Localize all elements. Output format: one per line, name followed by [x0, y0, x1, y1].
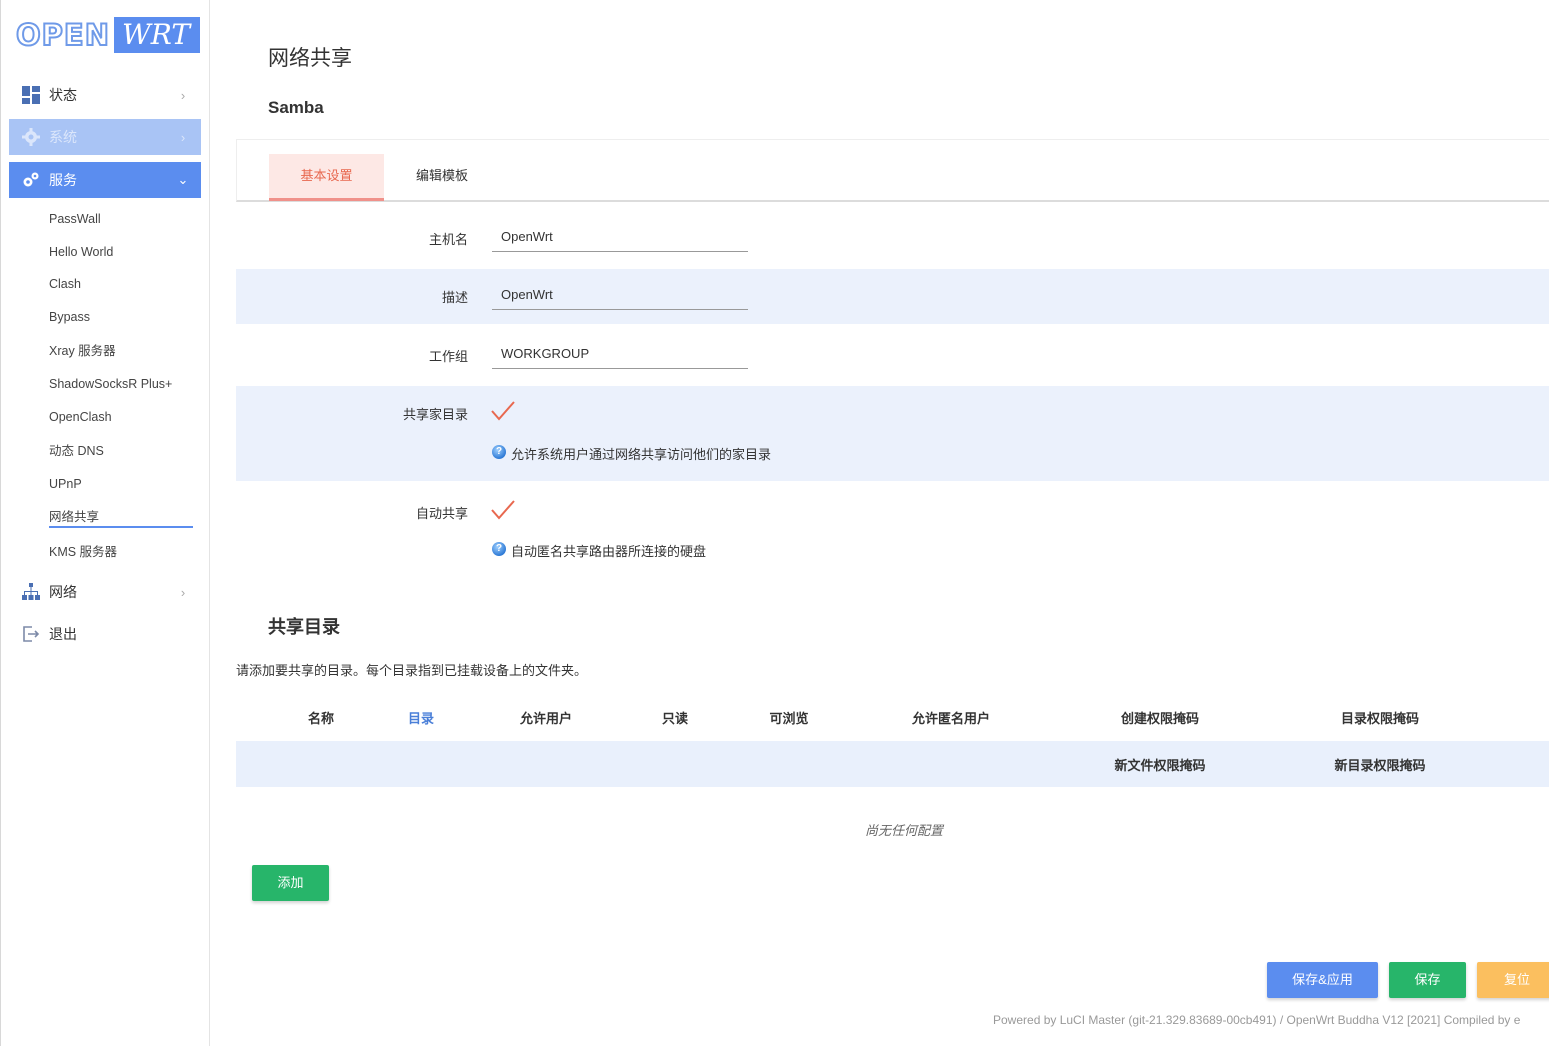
- sidebar: OPEN WRT 状态 › 系统 › 服务 ⌄ PassWall Hello W…: [0, 0, 210, 1046]
- auto-share-hint-text: 自动匿名共享路由器所连接的硬盘: [511, 544, 707, 559]
- auto-share-hint: ? 自动匿名共享路由器所连接的硬盘: [492, 541, 706, 560]
- shares-title: 共享目录: [268, 617, 340, 637]
- nav-system-label: 系统: [49, 129, 77, 145]
- hostname-input[interactable]: OpenWrt: [492, 222, 748, 252]
- info-icon: ?: [492, 444, 506, 459]
- form-row-workgroup: 工作组 WORKGROUP: [236, 324, 1549, 386]
- chevron-down-icon: ⌄: [177, 172, 189, 187]
- logo-wrt-text: WRT: [114, 17, 201, 53]
- sidebar-item-clash[interactable]: Clash: [49, 273, 81, 295]
- col-browseable: 可浏览: [769, 711, 809, 726]
- share-home-checkbox[interactable]: [490, 400, 516, 422]
- sidebar-item-passwall[interactable]: PassWall: [49, 208, 101, 230]
- empty-table-message: 尚无任何配置: [864, 823, 943, 838]
- share-home-hint-text: 允许系统用户通过网络共享访问他们的家目录: [511, 447, 772, 462]
- table-header-row2: 新文件权限掩码 新目录权限掩码: [236, 741, 1549, 787]
- col-new-file-mask: 新文件权限掩码: [1114, 758, 1206, 773]
- form-row-share-home: 共享家目录 ? 允许系统用户通过网络共享访问他们的家目录: [236, 386, 1549, 481]
- description-input[interactable]: OpenWrt: [492, 280, 748, 310]
- col-allowed-users: 允许用户: [519, 711, 572, 726]
- nav-network[interactable]: 网络 ›: [9, 574, 201, 610]
- nav-services[interactable]: 服务 ⌄: [9, 162, 201, 198]
- nav-network-label: 网络: [49, 584, 77, 600]
- nav-status[interactable]: 状态 ›: [9, 77, 201, 113]
- col-name: 名称: [307, 711, 334, 726]
- workgroup-label: 工作组: [428, 349, 468, 364]
- page-title: 网络共享: [268, 47, 352, 70]
- share-home-label: 共享家目录: [402, 407, 468, 422]
- col-new-dir-mask: 新目录权限掩码: [1334, 758, 1426, 773]
- sidebar-item-xray[interactable]: Xray 服务器: [49, 340, 116, 362]
- tab-edit-template[interactable]: 编辑模板: [402, 154, 482, 201]
- nav-logout-label: 退出: [49, 626, 77, 642]
- auto-share-label: 自动共享: [415, 506, 468, 521]
- nav-logout[interactable]: 退出: [9, 616, 201, 652]
- form-row-auto-share: 自动共享 ? 自动匿名共享路由器所连接的硬盘: [236, 481, 1549, 576]
- sidebar-item-ddns[interactable]: 动态 DNS: [49, 440, 104, 462]
- info-icon: ?: [492, 541, 506, 556]
- shares-description: 请添加要共享的目录。每个目录指到已挂载设备上的文件夹。: [236, 663, 588, 678]
- gear-icon: [21, 127, 41, 147]
- logo-open-text: OPEN: [15, 17, 110, 53]
- gears-icon: [21, 170, 41, 190]
- nav-status-label: 状态: [49, 87, 77, 103]
- sidebar-item-samba[interactable]: 网络共享: [49, 506, 193, 528]
- reset-button[interactable]: 复位: [1477, 962, 1549, 998]
- chevron-right-icon: ›: [180, 87, 186, 103]
- dashboard-icon: [21, 85, 41, 105]
- sidebar-edge: [0, 0, 1, 1046]
- auto-share-checkbox[interactable]: [490, 499, 516, 521]
- save-apply-button[interactable]: 保存&应用: [1267, 962, 1378, 998]
- description-label: 描述: [441, 290, 468, 305]
- hostname-label: 主机名: [428, 232, 468, 247]
- save-button[interactable]: 保存: [1389, 962, 1466, 998]
- sidebar-item-openclash[interactable]: OpenClash: [49, 406, 112, 428]
- sidebar-item-ssr-plus[interactable]: ShadowSocksR Plus+: [49, 373, 172, 395]
- col-guest-ok: 允许匿名用户: [911, 711, 990, 726]
- col-create-mask: 创建权限掩码: [1120, 711, 1199, 726]
- col-directory[interactable]: 目录: [391, 708, 451, 727]
- sidebar-item-kms[interactable]: KMS 服务器: [49, 541, 117, 563]
- share-home-hint: ? 允许系统用户通过网络共享访问他们的家目录: [492, 444, 771, 463]
- tab-basic-settings[interactable]: 基本设置: [269, 154, 384, 201]
- sidebar-item-upnp[interactable]: UPnP: [49, 473, 82, 495]
- footer-text: Powered by LuCI Master (git-21.329.83689…: [993, 1013, 1521, 1027]
- chevron-right-icon: ›: [180, 584, 186, 600]
- sidebar-item-hello-world[interactable]: Hello World: [49, 241, 113, 263]
- sidebar-item-bypass[interactable]: Bypass: [49, 306, 90, 328]
- add-share-button[interactable]: 添加: [252, 865, 329, 901]
- logo[interactable]: OPEN WRT: [15, 17, 201, 53]
- form-row-hostname: 主机名 OpenWrt: [236, 210, 1549, 269]
- chevron-right-icon: ›: [180, 129, 186, 145]
- col-read-only: 只读: [661, 711, 688, 726]
- main-content: 网络共享 Samba 基本设置 编辑模板 主机名 OpenWrt 描述 Open…: [236, 0, 1549, 1046]
- sitemap-icon: [21, 582, 41, 602]
- form-row-description: 描述 OpenWrt: [236, 269, 1549, 324]
- section-title: Samba: [268, 98, 324, 117]
- nav-services-label: 服务: [49, 172, 77, 188]
- workgroup-input[interactable]: WORKGROUP: [492, 339, 748, 369]
- tab-bar: 基本设置 编辑模板: [236, 139, 1549, 202]
- nav-system[interactable]: 系统 ›: [9, 119, 201, 155]
- sign-out-icon: [21, 624, 41, 644]
- col-dir-mask: 目录权限掩码: [1340, 711, 1419, 726]
